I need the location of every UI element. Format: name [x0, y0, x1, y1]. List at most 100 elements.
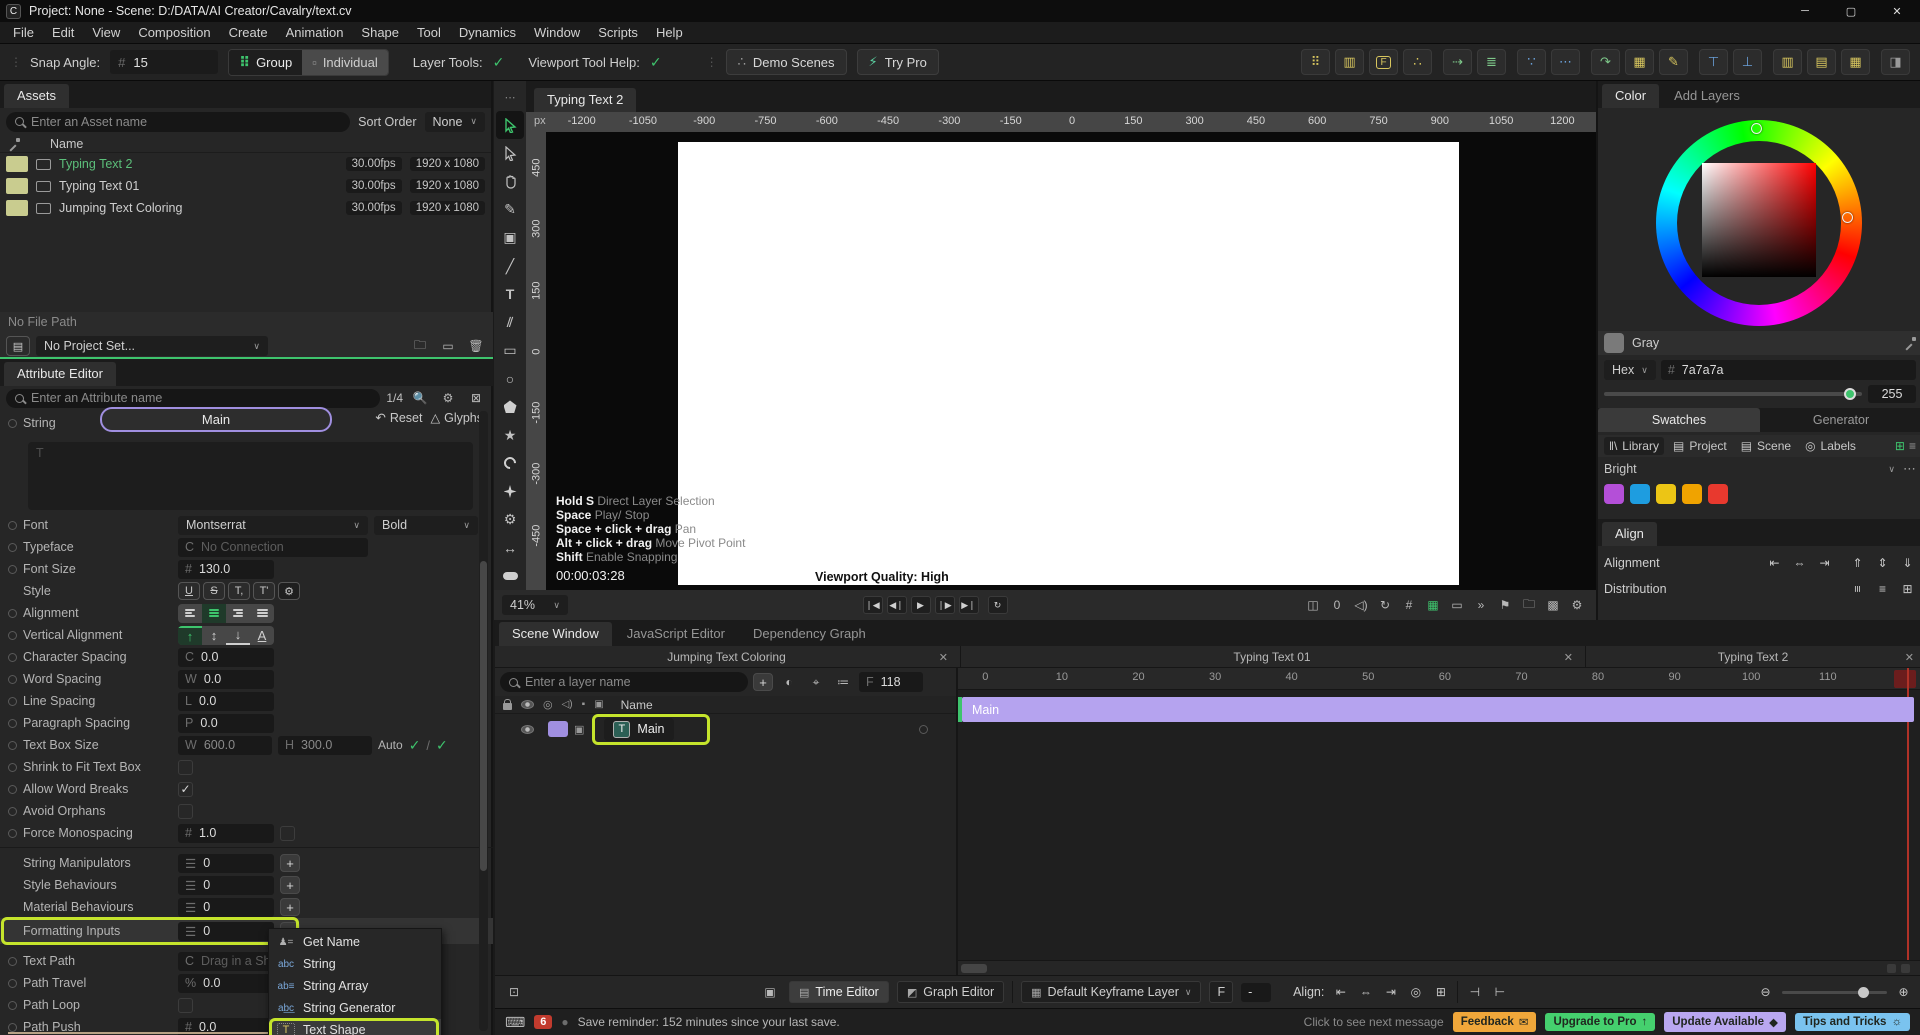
asset-row[interactable]: Jumping Text Coloring 30.00fps 1920 x 10…: [0, 197, 491, 219]
connection-dot[interactable]: [8, 608, 17, 618]
columns-icon[interactable]: ▥: [1773, 49, 1802, 75]
path-travel-input[interactable]: % 0.0: [178, 973, 274, 993]
style-behaviours-field[interactable]: ☰ 0: [178, 875, 274, 895]
connection-dot[interactable]: [8, 1000, 17, 1010]
auto-width-check-icon[interactable]: ✓: [409, 737, 421, 754]
connection-dot[interactable]: [8, 718, 17, 728]
hex-value-input[interactable]: #7a7a7a: [1660, 360, 1916, 380]
formatting-inputs-field[interactable]: ☰ 0: [178, 921, 274, 941]
lock-column-icon[interactable]: [503, 699, 512, 710]
flag-icon[interactable]: ⚑: [1494, 596, 1516, 614]
snap-grid-icon[interactable]: #: [1398, 596, 1420, 614]
group-menu-icon[interactable]: ⋯: [1903, 461, 1916, 477]
connection-dot[interactable]: [8, 956, 17, 966]
add-style-behaviour-button[interactable]: +: [280, 876, 300, 894]
timeline2-title[interactable]: Typing Text 2: [1718, 650, 1789, 664]
arc-arrow-icon[interactable]: ↷: [1591, 49, 1620, 75]
menu-item[interactable]: Scripts: [589, 25, 647, 40]
connection-dot[interactable]: [8, 828, 17, 838]
connection-dot[interactable]: [8, 652, 17, 662]
close-scene-panel-icon[interactable]: ✕: [939, 651, 948, 664]
individual-button[interactable]: ▫ Individual: [302, 49, 388, 75]
asset-color-swatch[interactable]: [6, 200, 28, 216]
labels-button[interactable]: ◎ Labels: [1800, 437, 1861, 455]
close-button[interactable]: ✕: [1874, 0, 1920, 22]
loop-button[interactable]: ↻: [987, 596, 1008, 614]
checker-icon[interactable]: ▩: [1542, 596, 1564, 614]
menu-item-text-shape[interactable]: T Text Shape: [269, 1018, 441, 1035]
pen-icon[interactable]: ✎: [1659, 49, 1688, 75]
tab-scene-window[interactable]: Scene Window: [499, 622, 612, 646]
color-swatch[interactable]: [1604, 484, 1624, 504]
tab-javascript-editor[interactable]: JavaScript Editor: [614, 622, 738, 646]
tab-swatches[interactable]: Swatches: [1598, 408, 1760, 432]
connection-dot[interactable]: [8, 674, 17, 684]
align-justify-button[interactable]: [250, 604, 274, 623]
layer-color-chip[interactable]: [548, 721, 568, 737]
tab-viewport-typing-text-2[interactable]: Typing Text 2: [534, 88, 637, 112]
attrib-search-input[interactable]: Enter an Attribute name: [6, 388, 381, 408]
maximize-button[interactable]: ▢: [1828, 0, 1874, 22]
select-tool[interactable]: [496, 111, 524, 140]
project-swatches-button[interactable]: ▤ Project: [1668, 437, 1732, 455]
tab-attribute-editor[interactable]: Attribute Editor: [4, 362, 116, 386]
subscript-button[interactable]: T,: [228, 582, 250, 600]
character-spacing-input[interactable]: C 0.0: [178, 647, 274, 667]
clear-search-icon[interactable]: ⊠: [465, 389, 487, 407]
menu-item-string-generator[interactable]: ab̲c̲ String Generator: [269, 997, 441, 1019]
tune-icon[interactable]: ≔: [832, 673, 854, 691]
menu-item-get-name[interactable]: ♟= Get Name: [269, 931, 441, 953]
keyboard-icon[interactable]: ⌨: [505, 1014, 525, 1031]
force-monospacing-input[interactable]: #1.0: [178, 823, 274, 843]
font-family-dropdown[interactable]: Montserrat ∨: [178, 515, 368, 535]
align-center-h-icon[interactable]: ⇔: [1791, 556, 1808, 570]
valign-bottom-button[interactable]: ↓: [226, 626, 250, 645]
connection-dot[interactable]: [8, 520, 17, 530]
reset-button[interactable]: ↶ Reset: [375, 410, 422, 426]
style-settings-gear-icon[interactable]: ⚙: [278, 582, 300, 600]
alpha-slider[interactable]: [1604, 388, 1862, 400]
f-toggle[interactable]: F: [1209, 981, 1234, 1003]
notification-badge[interactable]: 6: [534, 1015, 553, 1029]
string-textarea[interactable]: T: [28, 442, 473, 510]
add-layer-button[interactable]: +: [753, 673, 773, 691]
camera-tool[interactable]: ▣: [496, 224, 524, 252]
more-tools-icon[interactable]: ⋯: [496, 83, 524, 111]
layer-visibility-icon[interactable]: [521, 724, 534, 734]
project-dropdown[interactable]: No Project Set... ∨: [36, 336, 268, 356]
asset-name[interactable]: Jumping Text Coloring: [59, 201, 338, 215]
camera-column-icon[interactable]: ▣: [594, 699, 603, 710]
menu-item-string[interactable]: abc String: [269, 953, 441, 975]
layer-search-input[interactable]: Enter a layer name: [500, 672, 748, 692]
monitor-icon[interactable]: ▭: [1446, 596, 1468, 614]
folder-icon[interactable]: 🗀: [409, 337, 431, 355]
align-center-button[interactable]: [202, 603, 226, 623]
align-bottom-icon[interactable]: ⊥: [1733, 49, 1762, 75]
add-material-behaviour-button[interactable]: +: [280, 898, 300, 916]
trace-arrow-icon[interactable]: ⇢: [1443, 49, 1472, 75]
saturation-value-box[interactable]: [1702, 163, 1816, 277]
gear-tool[interactable]: ⚙: [496, 506, 524, 534]
tips-tricks-chip[interactable]: Tips and Tricks ☼: [1794, 1013, 1910, 1031]
cube-icon[interactable]: ▥: [1335, 49, 1364, 75]
asset-color-swatch[interactable]: [6, 178, 28, 194]
camera-toolbar-icon[interactable]: ◨: [1881, 49, 1910, 75]
valign-top-button[interactable]: ↑: [178, 625, 202, 645]
table-icon[interactable]: ▦: [1625, 49, 1654, 75]
menu-item[interactable]: Edit: [43, 25, 83, 40]
timeline1-title[interactable]: Typing Text 01: [1233, 650, 1310, 664]
color-swatch[interactable]: [1656, 484, 1676, 504]
paragraph-spacing-input[interactable]: P 0.0: [178, 713, 274, 733]
hue-marker[interactable]: [1751, 123, 1762, 134]
allow-word-breaks-checkbox[interactable]: ✓: [178, 781, 193, 797]
timeline-ruler[interactable]: 0102030405060708090100110120: [958, 668, 1920, 690]
menu-item[interactable]: Create: [220, 25, 277, 40]
blue-dots-icon[interactable]: ⋯: [1551, 49, 1580, 75]
font-size-input[interactable]: #130.0: [178, 559, 274, 579]
prev-frame-button[interactable]: ◀❘: [886, 596, 907, 614]
zoom-dropdown[interactable]: 41% ∨: [502, 595, 568, 615]
hierarchy-icon[interactable]: ∵: [1517, 49, 1546, 75]
distribute-h-icon[interactable]: ≡: [1849, 582, 1866, 596]
composition-canvas[interactable]: [678, 142, 1459, 585]
capsule-tool[interactable]: [496, 562, 524, 590]
